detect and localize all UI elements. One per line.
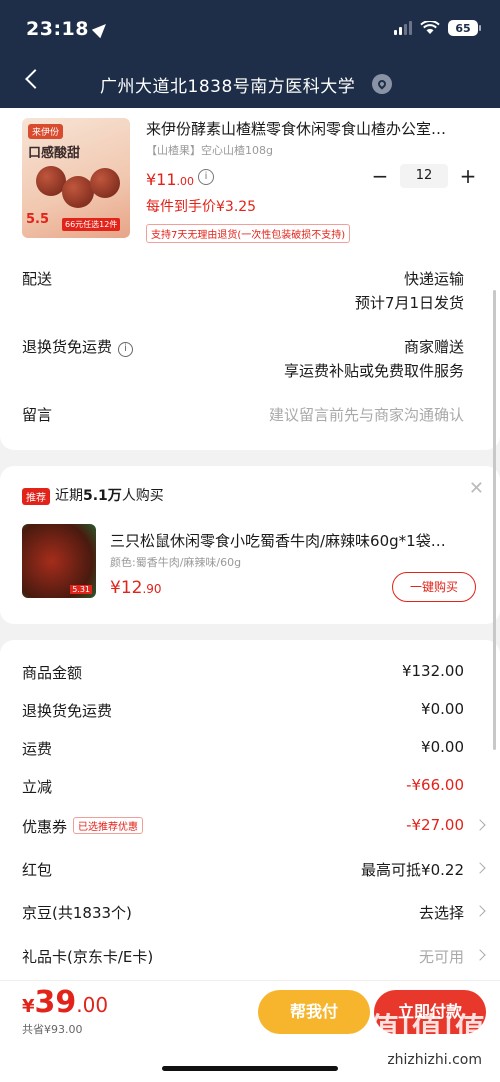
product-image-slogan: 口感酸甜 (28, 146, 81, 161)
return-shipping-desc: 享运费补贴或免费取件服务 (283, 362, 464, 380)
status-icons: 65 (394, 20, 481, 36)
summary-label: 立减 (22, 778, 53, 796)
product-spec[interactable]: 【山楂果】空心山楂108g (146, 142, 273, 158)
summary-label: 运费 (22, 740, 53, 758)
close-icon[interactable]: ✕ (469, 478, 484, 499)
delivery-label: 配送 (22, 270, 53, 288)
watermark-url: zhizhizhi.com (387, 1052, 482, 1068)
product-price: ¥11.00 (146, 170, 195, 189)
quantity-input[interactable]: 12 (400, 164, 448, 188)
location-pin-icon[interactable] (372, 74, 392, 94)
delivery-address[interactable]: 广州大道北1838号南方医科大学 (100, 72, 355, 97)
info-icon[interactable]: i (118, 342, 134, 357)
wifi-icon (420, 21, 440, 34)
summary-label: 红包 (22, 861, 53, 879)
product-image-promo-price: 5.5 (26, 212, 50, 227)
total-price: ¥39.00 (22, 985, 109, 1020)
status-time: 23:18 (26, 18, 111, 40)
order-item-card: 来伊份 口感酸甜 5.5 66元任选12件 来伊份酵素山楂糕零食休闲零食山楂办公… (0, 108, 500, 450)
chevron-right-icon (474, 905, 486, 917)
summary-value: ¥0.00 (421, 738, 464, 756)
summary-label: 京豆(共1833个) (22, 904, 132, 922)
watermark-logo: 值|值|值 (369, 1012, 486, 1047)
delivery-eta: 预计7月1日发货 (354, 294, 464, 312)
recommend-heading: 近期5.1万人购买 (55, 488, 164, 504)
return-shipping-label: 退换货免运费 i (22, 336, 134, 357)
product-image-promo-band: 66元任选12件 (62, 218, 121, 231)
summary-label: 优惠券 已选推荐优惠 (22, 816, 144, 837)
info-icon[interactable]: i (198, 169, 214, 185)
recommend-price: ¥12.90 (110, 578, 162, 598)
back-icon[interactable] (25, 69, 45, 89)
product-title[interactable]: 来伊份酵素山楂糕零食休闲零食山楂办公室… (146, 118, 476, 139)
summary-value: ¥0.00 (421, 700, 464, 718)
location-arrow-icon (91, 19, 111, 39)
minus-icon[interactable]: − (370, 164, 390, 188)
summary-value: ¥132.00 (401, 662, 464, 680)
recommend-tag: 推荐 (22, 488, 50, 505)
summary-label: 退换货免运费 (22, 702, 113, 720)
recommendation-card: 推荐 近期5.1万人购买 ✕ 5.31 三只松鼠休闲零食小吃蜀香牛肉/麻辣味60… (0, 466, 500, 624)
one-click-buy-button[interactable]: 一键购买 (392, 572, 476, 602)
recommend-product-image[interactable]: 5.31 (22, 524, 96, 598)
product-image-brand: 来伊份 (28, 124, 64, 139)
home-indicator[interactable] (162, 1066, 338, 1071)
summary-value: 最高可抵¥0.22 (361, 861, 464, 879)
summary-value: -¥27.00 (406, 816, 464, 834)
chevron-right-icon (474, 819, 486, 831)
battery-icon: 65 (448, 20, 481, 36)
unit-price: 每件到手价¥3.25 (146, 199, 257, 215)
summary-value: 无可用 (418, 948, 464, 966)
recommend-spec: 颜色:蜀香牛肉/麻辣味/60g (110, 556, 242, 569)
recommend-image-tag: 5.31 (70, 585, 92, 594)
top-bar: 23:18 65 广州大道北1838号南方医科大学 (0, 0, 500, 110)
message-label: 留言 (22, 406, 53, 424)
signal-icon (394, 21, 412, 35)
recommend-title[interactable]: 三只松鼠休闲零食小吃蜀香牛肉/麻辣味60g*1袋… (110, 530, 470, 551)
saved-amount: 共省¥93.00 (22, 1023, 83, 1036)
chevron-right-icon (474, 862, 486, 874)
product-image[interactable]: 来伊份 口感酸甜 5.5 66元任选12件 (22, 118, 130, 238)
chevron-right-icon (474, 949, 486, 961)
summary-label: 礼品卡(京东卡/E卡) (22, 948, 154, 966)
return-shipping-value: 商家赠送 (403, 338, 464, 356)
delivery-value: 快递运输 (403, 270, 464, 288)
scrollbar[interactable] (493, 290, 496, 750)
summary-value: 去选择 (418, 904, 464, 922)
summary-value: -¥66.00 (406, 776, 464, 794)
summary-label: 商品金额 (22, 664, 83, 682)
help-pay-button[interactable]: 帮我付 (258, 990, 370, 1034)
quantity-stepper: − 12 + (370, 164, 478, 188)
return-policy-tag: 支持7天无理由退货(一次性包装破损不支持) (146, 224, 351, 243)
plus-icon[interactable]: + (458, 164, 478, 188)
coupon-chip: 已选推荐优惠 (73, 817, 144, 834)
message-input[interactable]: 建议留言前先与商家沟通确认 (269, 404, 464, 425)
